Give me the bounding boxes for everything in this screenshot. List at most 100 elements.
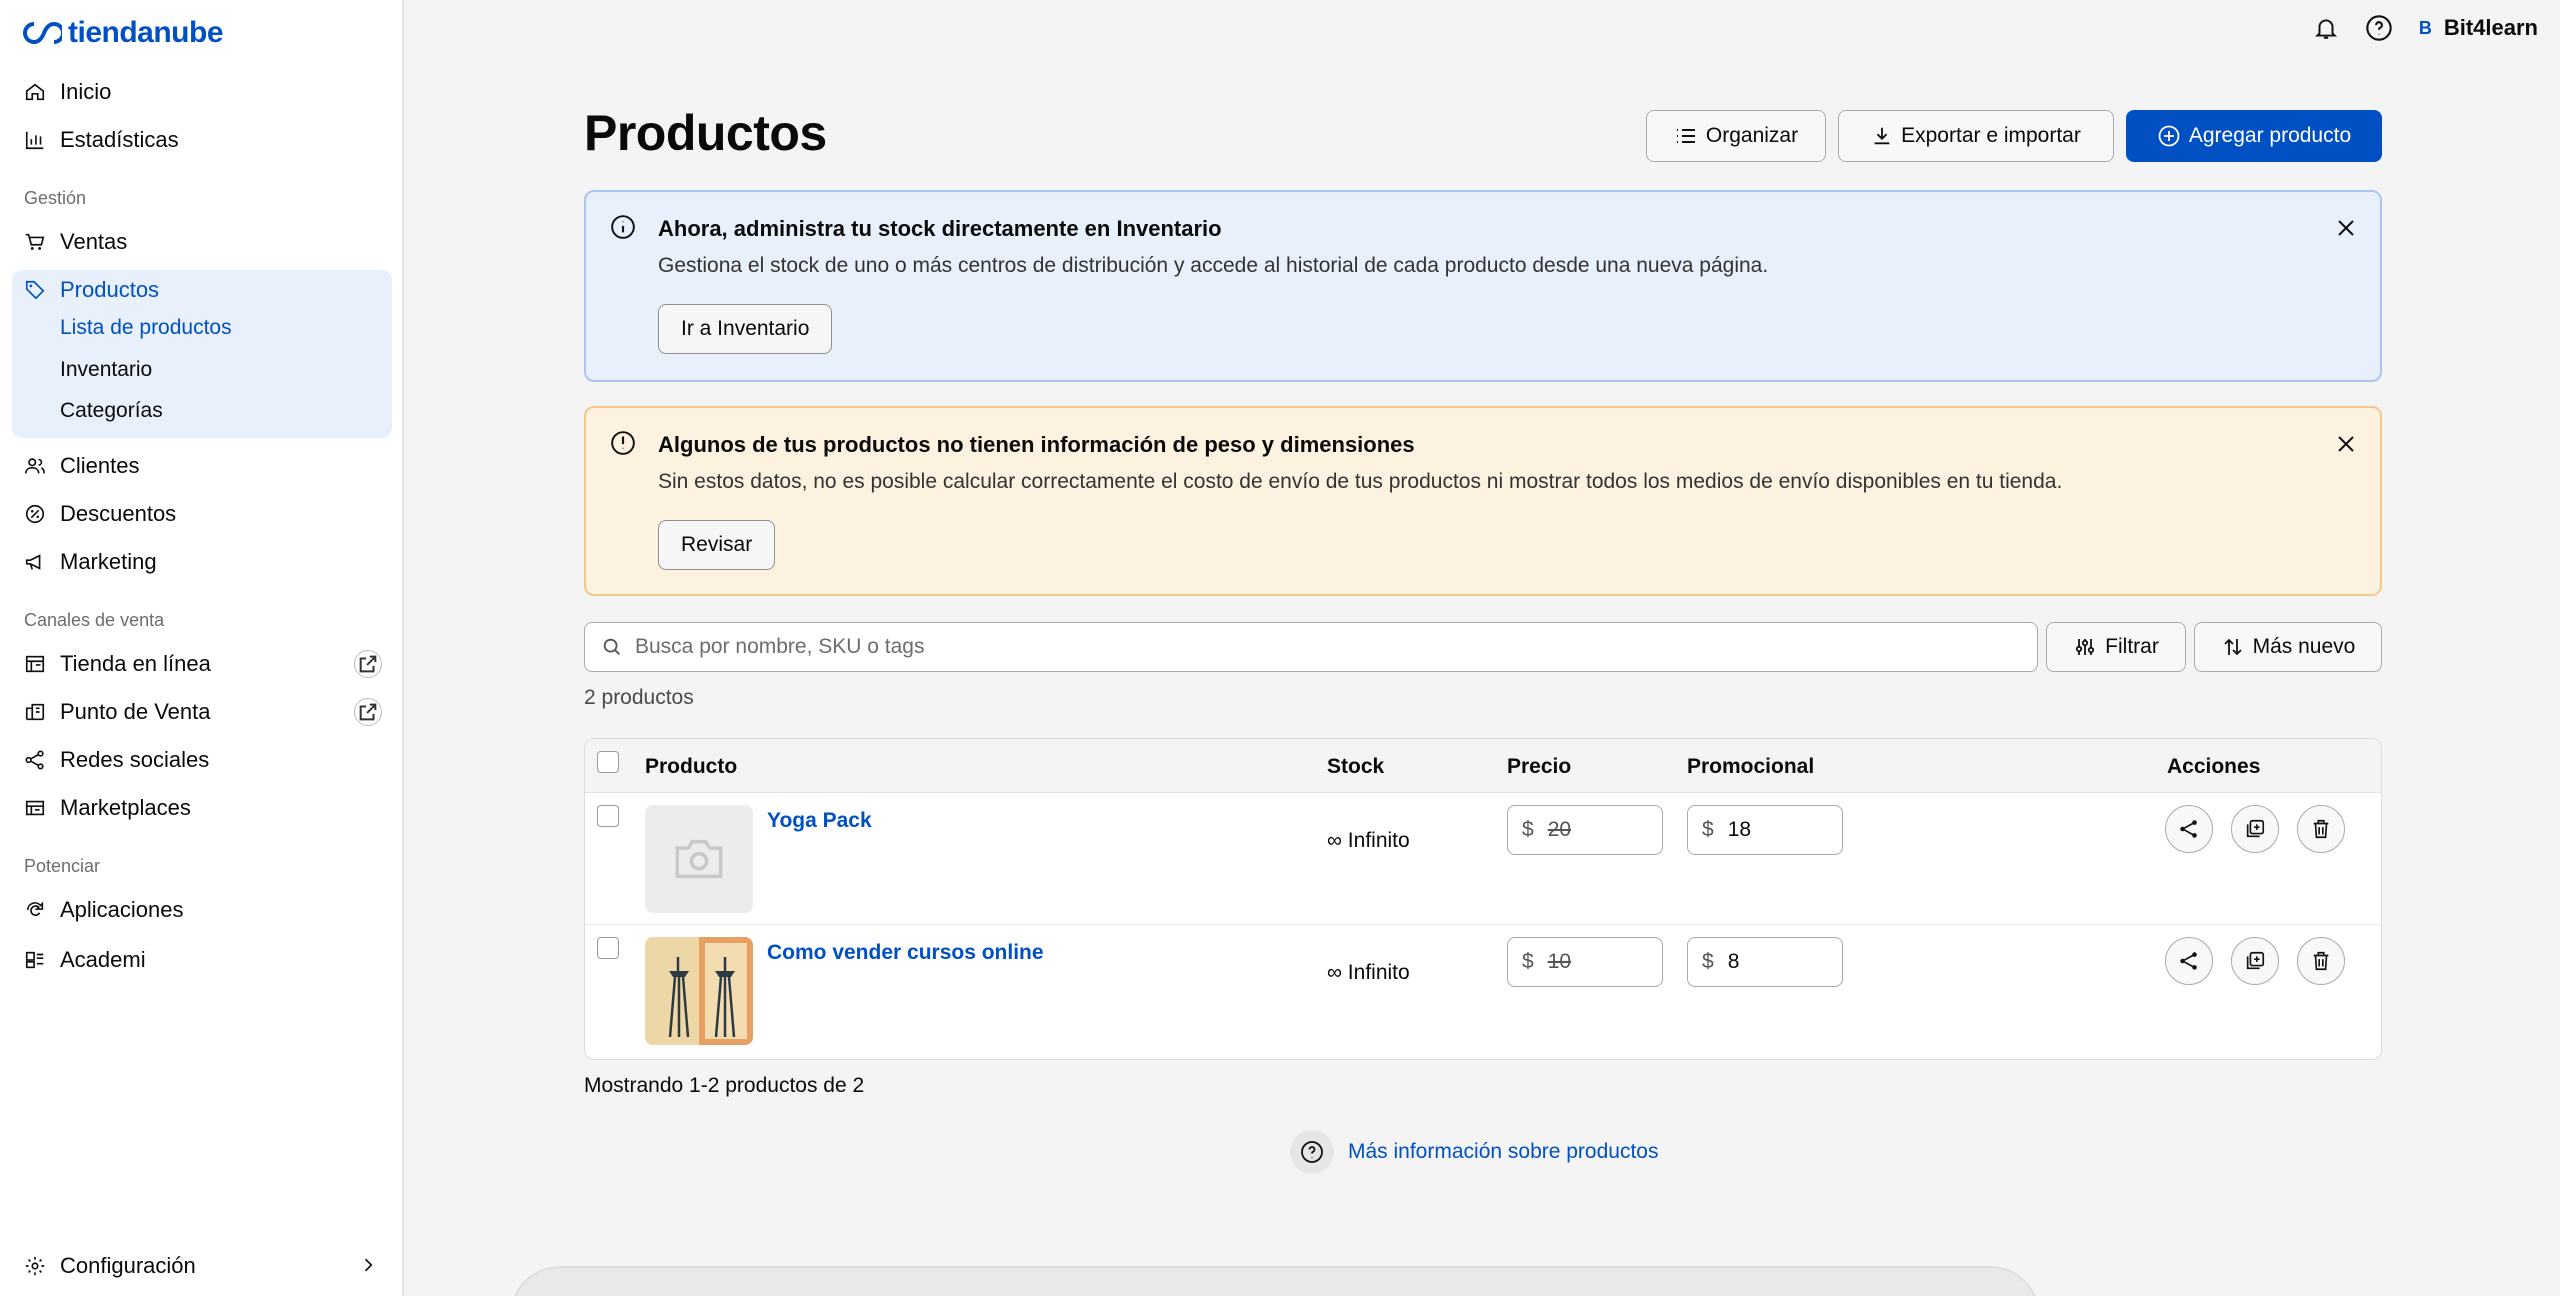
sidebar-item-redes[interactable]: Redes sociales xyxy=(12,738,392,782)
close-icon[interactable] xyxy=(2334,216,2358,240)
avatar[interactable]: B xyxy=(2419,18,2432,39)
topbar: B Bit4learn xyxy=(2313,14,2538,42)
share-icon xyxy=(25,750,44,770)
product-thumbnail[interactable] xyxy=(645,805,753,913)
organize-button[interactable]: Organizar xyxy=(1646,110,1826,162)
sidebar-item-label: Marketplaces xyxy=(60,795,191,820)
sidebar: tiendanube Inicio Estadísticas Gestión V… xyxy=(0,0,404,1296)
share-icon xyxy=(2180,820,2197,838)
delete-product-button[interactable] xyxy=(2297,805,2345,853)
close-icon[interactable] xyxy=(2334,432,2358,456)
product-count: 2 productos xyxy=(584,686,694,709)
sidebar-item-ventas[interactable]: Ventas xyxy=(12,220,392,264)
sidebar-item-label: Aplicaciones xyxy=(60,897,184,922)
apps-icon xyxy=(26,901,44,916)
add-product-button[interactable]: Agregar producto xyxy=(2126,110,2382,162)
more-info-link[interactable]: Más información sobre productos xyxy=(1290,1130,1658,1174)
sidebar-item-marketing[interactable]: Marketing xyxy=(12,540,392,584)
sidebar-subitem-inventario[interactable]: Inventario xyxy=(60,358,152,382)
table-header: Producto Stock Precio Promocional Accion… xyxy=(585,739,2381,793)
sidebar-subitem-lista-productos[interactable]: Lista de productos xyxy=(60,316,232,340)
select-all-checkbox[interactable] xyxy=(597,751,619,773)
search-icon xyxy=(603,638,620,655)
currency-symbol: $ xyxy=(1522,818,1534,841)
sidebar-item-clientes[interactable]: Clientes xyxy=(12,444,392,488)
download-icon xyxy=(1874,127,1890,145)
store-icon xyxy=(25,655,45,673)
sort-button[interactable]: Más nuevo xyxy=(2194,622,2382,672)
sidebar-item-productos[interactable]: Productos xyxy=(12,268,392,312)
table-row: Yoga Pack ∞ Infinito $ 20 $ 18 xyxy=(585,793,2381,925)
share-product-button[interactable] xyxy=(2165,937,2213,985)
row-checkbox[interactable] xyxy=(597,805,619,827)
sidebar-item-label: Configuración xyxy=(60,1253,196,1278)
info-banner-title: Ahora, administra tu stock directamente … xyxy=(658,216,1222,241)
review-button[interactable]: Revisar xyxy=(658,520,776,570)
help-icon[interactable] xyxy=(2365,14,2393,42)
warning-banner-title: Algunos de tus productos no tienen infor… xyxy=(658,432,1415,457)
sidebar-item-label: Academi xyxy=(60,947,146,972)
sidebar-item-tienda[interactable]: Tienda en línea xyxy=(12,642,392,686)
user-name[interactable]: Bit4learn xyxy=(2444,15,2538,41)
search-input[interactable]: Busca por nombre, SKU o tags xyxy=(584,622,2038,672)
section-gestion: Gestión xyxy=(24,188,87,208)
section-potenciar: Potenciar xyxy=(24,856,101,876)
sidebar-item-label: Clientes xyxy=(60,453,140,478)
promo-price-field[interactable]: $ 8 xyxy=(1687,937,1843,987)
product-name[interactable]: Como vender cursos online xyxy=(767,941,1044,965)
sidebar-item-aplicaciones[interactable]: Aplicaciones xyxy=(12,888,392,932)
help-icon xyxy=(1290,1130,1334,1174)
currency-symbol: $ xyxy=(1702,818,1714,841)
sidebar-item-label: Redes sociales xyxy=(60,747,210,772)
info-icon xyxy=(611,215,635,239)
share-product-button[interactable] xyxy=(2165,805,2213,853)
duplicate-product-button[interactable] xyxy=(2231,805,2279,853)
trash-icon xyxy=(2313,819,2329,839)
go-inventory-button[interactable]: Ir a Inventario xyxy=(658,304,833,354)
sidebar-item-marketplaces[interactable]: Marketplaces xyxy=(12,786,392,830)
organize-label: Organizar xyxy=(1705,124,1799,147)
sidebar-item-estadisticas[interactable]: Estadísticas xyxy=(12,118,392,162)
trash-icon xyxy=(2313,951,2329,971)
external-link-icon[interactable] xyxy=(354,698,382,726)
duplicate-product-button[interactable] xyxy=(2231,937,2279,985)
megaphone-icon xyxy=(25,554,41,570)
sidebar-item-label: Descuentos xyxy=(60,501,177,526)
sidebar-item-label: Estadísticas xyxy=(60,127,179,152)
bell-icon[interactable] xyxy=(2313,14,2339,42)
warning-banner-text: Sin estos datos, no es posible calcular … xyxy=(658,470,2063,493)
currency-symbol: $ xyxy=(1522,950,1534,973)
duplicate-icon xyxy=(2246,951,2265,970)
warning-banner: Algunos de tus productos no tienen infor… xyxy=(584,406,2382,596)
col-promo: Promocional xyxy=(1687,755,1815,778)
col-actions: Acciones xyxy=(2167,755,2261,778)
delete-product-button[interactable] xyxy=(2297,937,2345,985)
sliders-icon xyxy=(2076,639,2095,655)
sort-label: Más nuevo xyxy=(2252,635,2356,658)
price-field[interactable]: $ 20 xyxy=(1507,805,1663,855)
sidebar-subitem-categorias[interactable]: Categorías xyxy=(60,399,163,423)
row-checkbox[interactable] xyxy=(597,937,619,959)
list-icon xyxy=(1676,129,1695,143)
bottom-panel xyxy=(510,1266,2040,1296)
col-price: Precio xyxy=(1507,755,1572,778)
sidebar-item-academi[interactable]: Academi xyxy=(12,938,392,982)
sort-icon xyxy=(2223,638,2242,656)
promo-price-value: 18 xyxy=(1727,818,1752,841)
filter-button[interactable]: Filtrar xyxy=(2046,622,2186,672)
discount-icon xyxy=(25,504,45,524)
sidebar-item-descuentos[interactable]: Descuentos xyxy=(12,492,392,536)
price-field[interactable]: $ 10 xyxy=(1507,937,1663,987)
plus-circle-icon xyxy=(2158,125,2180,147)
export-import-button[interactable]: Exportar e importar xyxy=(1838,110,2114,162)
brand-logo[interactable]: tiendanube xyxy=(22,16,224,50)
product-name[interactable]: Yoga Pack xyxy=(767,809,872,833)
promo-price-field[interactable]: $ 18 xyxy=(1687,805,1843,855)
camera-icon xyxy=(675,839,723,879)
external-link-icon[interactable] xyxy=(354,650,382,678)
sidebar-item-punto-venta[interactable]: Punto de Venta xyxy=(12,690,392,734)
sidebar-item-configuracion[interactable]: Configuración xyxy=(12,1244,392,1288)
product-thumbnail[interactable] xyxy=(645,937,753,1045)
sidebar-item-inicio[interactable]: Inicio xyxy=(12,70,392,114)
sidebar-item-label: Marketing xyxy=(60,549,157,574)
